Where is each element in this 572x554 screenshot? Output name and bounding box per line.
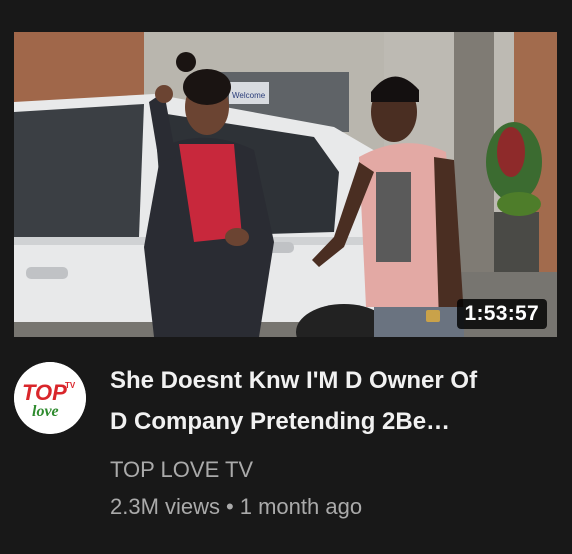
logo-text-top: TOP xyxy=(22,380,67,405)
video-stats: 2.3M views • 1 month ago xyxy=(110,492,362,522)
duration-badge: 1:53:57 xyxy=(456,299,547,329)
video-title[interactable]: She Doesnt Knw I'M D Owner Of D Company … xyxy=(110,360,550,442)
channel-avatar[interactable]: TOP TV love xyxy=(14,362,86,434)
channel-logo-icon: TOP TV love xyxy=(14,362,86,434)
video-card[interactable]: Welcome 1:53:57 TOP TV love She Doesnt K… xyxy=(0,0,572,554)
video-thumbnail[interactable]: Welcome 1:53:57 xyxy=(14,32,557,337)
upload-age: 1 month ago xyxy=(239,494,363,519)
title-line-1: She Doesnt Knw I'M D Owner Of xyxy=(110,367,478,394)
logo-text-tv: TV xyxy=(65,381,76,390)
view-count: 2.3M views xyxy=(110,494,221,519)
channel-name[interactable]: TOP LOVE TV xyxy=(110,455,253,485)
title-line-2: D Company Pretending 2Be… xyxy=(110,408,451,435)
logo-text-bottom: love xyxy=(32,403,59,420)
sign-text: Welcome xyxy=(232,91,266,100)
thumbnail-scene: Welcome xyxy=(14,32,557,337)
meta-separator: • xyxy=(226,494,234,519)
